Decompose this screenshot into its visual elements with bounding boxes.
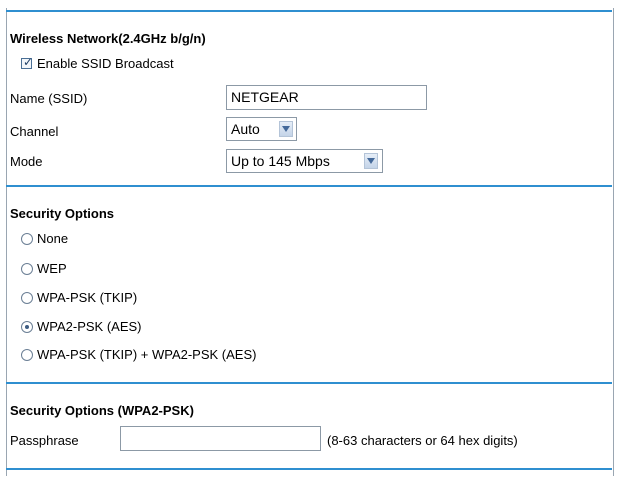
security-wpa-wpa2-mixed-label: WPA-PSK (TKIP) + WPA2-PSK (AES) xyxy=(37,347,257,362)
security-wpa2-psk-aes-label: WPA2-PSK (AES) xyxy=(37,319,142,334)
passphrase-label: Passphrase xyxy=(10,433,79,448)
security-wpa-psk-tkip-radio[interactable] xyxy=(21,292,33,304)
enable-ssid-broadcast-label: Enable SSID Broadcast xyxy=(37,56,174,71)
check-icon: ✓ xyxy=(23,55,34,69)
channel-label: Channel xyxy=(10,124,59,139)
mode-select[interactable]: Up to 145 Mbps xyxy=(226,149,383,173)
ssid-input[interactable]: NETGEAR xyxy=(226,85,427,110)
section-divider xyxy=(6,185,612,187)
channel-select[interactable]: Auto xyxy=(226,117,297,141)
security-wpa-psk-tkip-label: WPA-PSK (TKIP) xyxy=(37,290,138,305)
ssid-label: Name (SSID) xyxy=(10,91,88,106)
wpa2-psk-heading: Security Options (WPA2-PSK) xyxy=(10,403,194,418)
mode-label: Mode xyxy=(10,154,43,169)
security-none-label: None xyxy=(37,231,69,246)
security-options-heading: Security Options xyxy=(10,206,115,221)
chevron-down-icon xyxy=(364,153,378,169)
passphrase-hint: (8-63 characters or 64 hex digits) xyxy=(327,433,518,448)
security-wep-label: WEP xyxy=(37,261,67,276)
enable-ssid-broadcast-checkbox[interactable]: ✓ xyxy=(21,55,34,69)
mode-select-value: Up to 145 Mbps xyxy=(231,153,330,169)
wireless-network-heading: Wireless Network(2.4GHz b/g/n) xyxy=(10,31,206,46)
passphrase-input[interactable] xyxy=(120,426,321,451)
chevron-down-icon xyxy=(279,121,293,137)
security-wpa-wpa2-mixed-radio[interactable] xyxy=(21,349,33,361)
section-divider xyxy=(6,468,612,470)
security-none-radio[interactable] xyxy=(21,233,33,245)
security-wpa2-psk-aes-radio[interactable] xyxy=(21,321,33,333)
radio-selected-dot xyxy=(25,325,29,329)
channel-select-value: Auto xyxy=(231,121,260,137)
section-divider xyxy=(6,10,612,12)
section-divider xyxy=(6,382,612,384)
security-wep-radio[interactable] xyxy=(21,263,33,275)
